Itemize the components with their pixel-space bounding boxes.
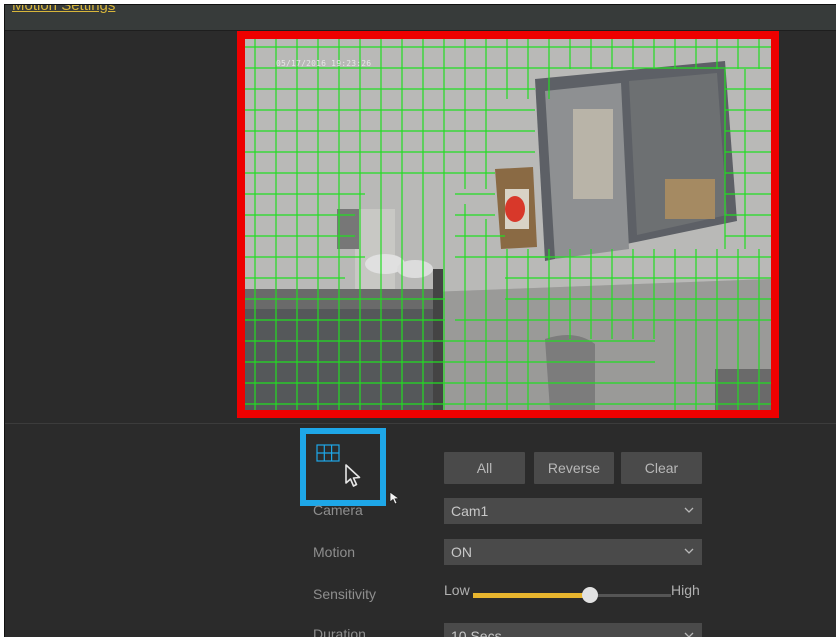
- motion-label: Motion: [313, 544, 356, 560]
- sensitivity-label: Sensitivity: [313, 586, 377, 602]
- title-bar: Motion Settings: [5, 5, 836, 31]
- grid-draw-tool[interactable]: [300, 428, 386, 506]
- mouse-cursor-icon: [389, 491, 401, 505]
- camera-preview[interactable]: 05/17/2016 19:23:26: [245, 39, 771, 410]
- preview-timestamp: 05/17/2016 19:23:26: [276, 59, 372, 68]
- duration-label: Duration: [313, 626, 366, 637]
- clear-button[interactable]: Clear: [621, 452, 702, 484]
- pointer-icon: [345, 464, 361, 487]
- grid-draw-icon: [316, 444, 340, 462]
- duration-value: 10 Secs: [451, 628, 502, 637]
- chevron-down-icon: [684, 548, 694, 554]
- motion-settings-window: Motion Settings 05/17/2016 19:23:26 All …: [4, 4, 836, 637]
- sensitivity-slider-fill: [473, 593, 590, 598]
- camera-select[interactable]: Cam1: [444, 498, 702, 524]
- section-divider: [5, 423, 836, 424]
- reverse-button[interactable]: Reverse: [534, 452, 614, 484]
- camera-value: Cam1: [451, 503, 489, 519]
- motion-value: ON: [451, 544, 472, 560]
- sensitivity-high-label: High: [671, 582, 700, 598]
- sensitivity-slider[interactable]: [473, 587, 671, 603]
- camera-label: Camera: [313, 502, 363, 518]
- sensitivity-slider-thumb[interactable]: [582, 587, 598, 603]
- sensitivity-low-label: Low: [444, 582, 470, 598]
- page-title[interactable]: Motion Settings: [12, 5, 115, 14]
- duration-select[interactable]: 10 Secs: [444, 623, 702, 637]
- select-all-button[interactable]: All: [444, 452, 525, 484]
- chevron-down-icon: [684, 632, 694, 637]
- motion-detection-grid[interactable]: [245, 39, 771, 410]
- motion-select[interactable]: ON: [444, 539, 702, 565]
- chevron-down-icon: [684, 507, 694, 513]
